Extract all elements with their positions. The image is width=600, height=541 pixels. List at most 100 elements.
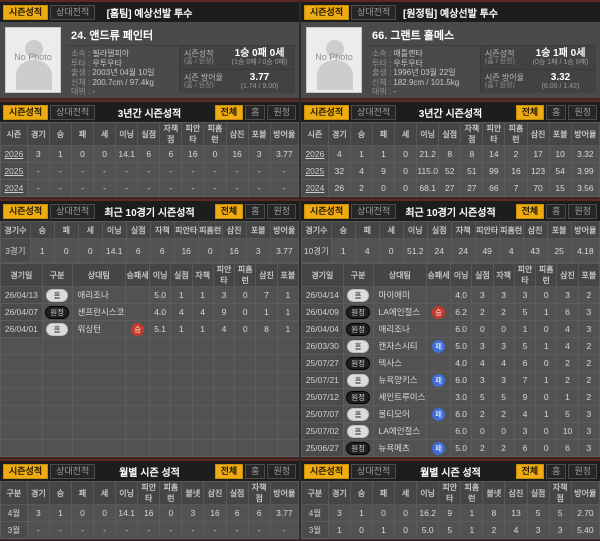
season-record-box: 시즌성적(홈 / 원정)1승 0패 0세(1승 0패 / 0승 0패)시즌 방어… bbox=[179, 46, 295, 93]
column-header: 포볼 bbox=[547, 222, 571, 239]
column-header: 상대팀 bbox=[72, 264, 126, 287]
three-year-header-bar: 시즌성적 상대전적 3년간 시즌성적 전체홈원정 bbox=[0, 102, 299, 122]
tab-head-to-head[interactable]: 상대전적 bbox=[50, 105, 95, 120]
filter-all-button[interactable]: 전체 bbox=[516, 105, 545, 120]
row-label[interactable]: 2025 bbox=[1, 163, 28, 180]
tab-head-to-head[interactable]: 상대전적 bbox=[351, 464, 396, 479]
column-header: 실점 bbox=[226, 482, 248, 505]
filter-all-button[interactable]: 전체 bbox=[215, 464, 244, 479]
empty-cell bbox=[256, 338, 277, 355]
tab-head-to-head[interactable]: 상대전적 bbox=[351, 5, 396, 20]
stat-cell: - bbox=[182, 522, 204, 539]
player-profile: No Photo 66. 그랜트 홀메스 소속 : 애틀랜타투타 : 우투우타출… bbox=[301, 22, 600, 98]
tab-head-to-head[interactable]: 상대전적 bbox=[50, 464, 95, 479]
stat-cell: 17 bbox=[527, 146, 549, 163]
monthly-section: 시즌성적 상대전적 월별 시즌 성적 전체홈원정 구분경기승패세이닝피안타피홈런… bbox=[301, 459, 600, 540]
filter-home-button[interactable]: 홈 bbox=[546, 105, 566, 120]
stat-cell: 0 bbox=[94, 505, 116, 522]
record-label: 시즌 방어율(홈 / 원정) bbox=[180, 73, 224, 90]
stat-cell: 1 bbox=[256, 304, 277, 321]
column-header: 방어율 bbox=[571, 123, 599, 146]
empty-cell bbox=[256, 372, 277, 389]
tab-season-stats[interactable]: 시즌성적 bbox=[3, 5, 48, 20]
column-header: 자책점 bbox=[461, 123, 483, 146]
record-label-sub: (홈 / 원정) bbox=[184, 58, 224, 66]
column-header: 피홈런 bbox=[204, 123, 226, 146]
tab-head-to-head[interactable]: 상대전적 bbox=[50, 5, 95, 20]
empty-cell bbox=[42, 406, 72, 423]
empty-cell bbox=[192, 372, 213, 389]
stat-cell: - bbox=[248, 163, 270, 180]
tab-season-stats[interactable]: 시즌성적 bbox=[3, 464, 48, 479]
stat-cell: 2 bbox=[557, 355, 578, 372]
empty-cell bbox=[72, 355, 126, 372]
table-row: 10경기14051.2242449443254.18 bbox=[302, 239, 600, 263]
row-label[interactable]: 2026 bbox=[1, 146, 28, 163]
stat-cell: 2 bbox=[578, 355, 599, 372]
info-value: 200.7cm / 97.4kg bbox=[92, 78, 153, 87]
empty-cell bbox=[42, 372, 72, 389]
header-row: 구분경기승패세이닝피안타피홈런볼넷삼진실점자책점방어율 bbox=[302, 482, 600, 505]
player-info-row: 투타 : 우투우타 bbox=[71, 59, 179, 69]
column-header: 승 bbox=[30, 222, 54, 239]
stat-cell: 5 bbox=[557, 406, 578, 423]
filter-home-button[interactable]: 홈 bbox=[245, 105, 265, 120]
tab-season-stats[interactable]: 시즌성적 bbox=[3, 105, 48, 120]
stat-cell: 8 bbox=[461, 146, 483, 163]
column-header: 패 bbox=[355, 222, 379, 239]
column-header: 자책 bbox=[192, 264, 213, 287]
filter-home-button[interactable]: 홈 bbox=[245, 204, 265, 219]
tab-season-stats[interactable]: 시즌성적 bbox=[304, 464, 349, 479]
venue-cell: 원정 bbox=[343, 440, 373, 457]
filter-away-button[interactable]: 원정 bbox=[267, 105, 296, 120]
filter-home-button[interactable]: 홈 bbox=[546, 204, 566, 219]
filter-all-button[interactable]: 전체 bbox=[215, 105, 244, 120]
column-header: 경기수 bbox=[302, 222, 332, 239]
tab-season-stats[interactable]: 시즌성적 bbox=[304, 105, 349, 120]
row-label[interactable]: 2026 bbox=[302, 146, 329, 163]
filter-all-button[interactable]: 전체 bbox=[516, 204, 545, 219]
opponent-name: 애리조나 bbox=[373, 321, 427, 338]
filter-all-button[interactable]: 전체 bbox=[215, 204, 244, 219]
tab-season-stats[interactable]: 시즌성적 bbox=[3, 204, 48, 219]
stat-cell: 8 bbox=[256, 321, 277, 338]
stat-cell: 2 bbox=[493, 440, 514, 457]
filter-away-button[interactable]: 원정 bbox=[568, 464, 597, 479]
tab-season-stats[interactable]: 시즌성적 bbox=[304, 204, 349, 219]
tab-group: 시즌성적 상대전적 bbox=[3, 464, 95, 479]
row-label[interactable]: 2024 bbox=[1, 180, 28, 197]
stat-cell: 0 bbox=[94, 146, 116, 163]
stat-cell: 0 bbox=[395, 163, 417, 180]
filter-away-button[interactable]: 원정 bbox=[568, 105, 597, 120]
stat-cell: 2 bbox=[472, 440, 493, 457]
empty-cell bbox=[192, 423, 213, 440]
filter-away-button[interactable]: 원정 bbox=[267, 464, 296, 479]
tab-season-stats[interactable]: 시즌성적 bbox=[304, 5, 349, 20]
empty-cell bbox=[72, 440, 126, 457]
filter-all-button[interactable]: 전체 bbox=[516, 464, 545, 479]
empty-cell bbox=[126, 440, 150, 457]
filter-home-button[interactable]: 홈 bbox=[546, 464, 566, 479]
empty-cell bbox=[149, 406, 170, 423]
filter-away-button[interactable]: 원정 bbox=[568, 204, 597, 219]
venue-cell: 원정 bbox=[42, 304, 72, 321]
tab-head-to-head[interactable]: 상대전적 bbox=[351, 105, 396, 120]
tab-group: 시즌성적 상대전적 bbox=[304, 204, 396, 219]
stat-cell: 4.0 bbox=[149, 304, 170, 321]
record-label-main: 시즌 방어율 bbox=[485, 73, 525, 82]
row-label[interactable]: 2024 bbox=[302, 180, 329, 197]
stat-cell: 16 bbox=[222, 239, 246, 263]
opponent-name: LA에인절스 bbox=[373, 304, 427, 321]
player-photo: No Photo bbox=[5, 27, 61, 93]
filter-home-button[interactable]: 홈 bbox=[245, 464, 265, 479]
tab-head-to-head[interactable]: 상대전적 bbox=[50, 204, 95, 219]
stat-cell: - bbox=[270, 163, 298, 180]
stat-cell: 1 bbox=[557, 389, 578, 406]
profile-header-bar: 시즌성적 상대전적 [홈팀] 예상선발 투수 bbox=[0, 2, 299, 22]
player-info-row: 소속 : 필라델피아 bbox=[71, 49, 179, 59]
row-label[interactable]: 2025 bbox=[302, 163, 329, 180]
tab-head-to-head[interactable]: 상대전적 bbox=[351, 204, 396, 219]
column-header: 피홈런 bbox=[160, 482, 182, 505]
column-header: 삼진 bbox=[523, 222, 547, 239]
filter-away-button[interactable]: 원정 bbox=[267, 204, 296, 219]
